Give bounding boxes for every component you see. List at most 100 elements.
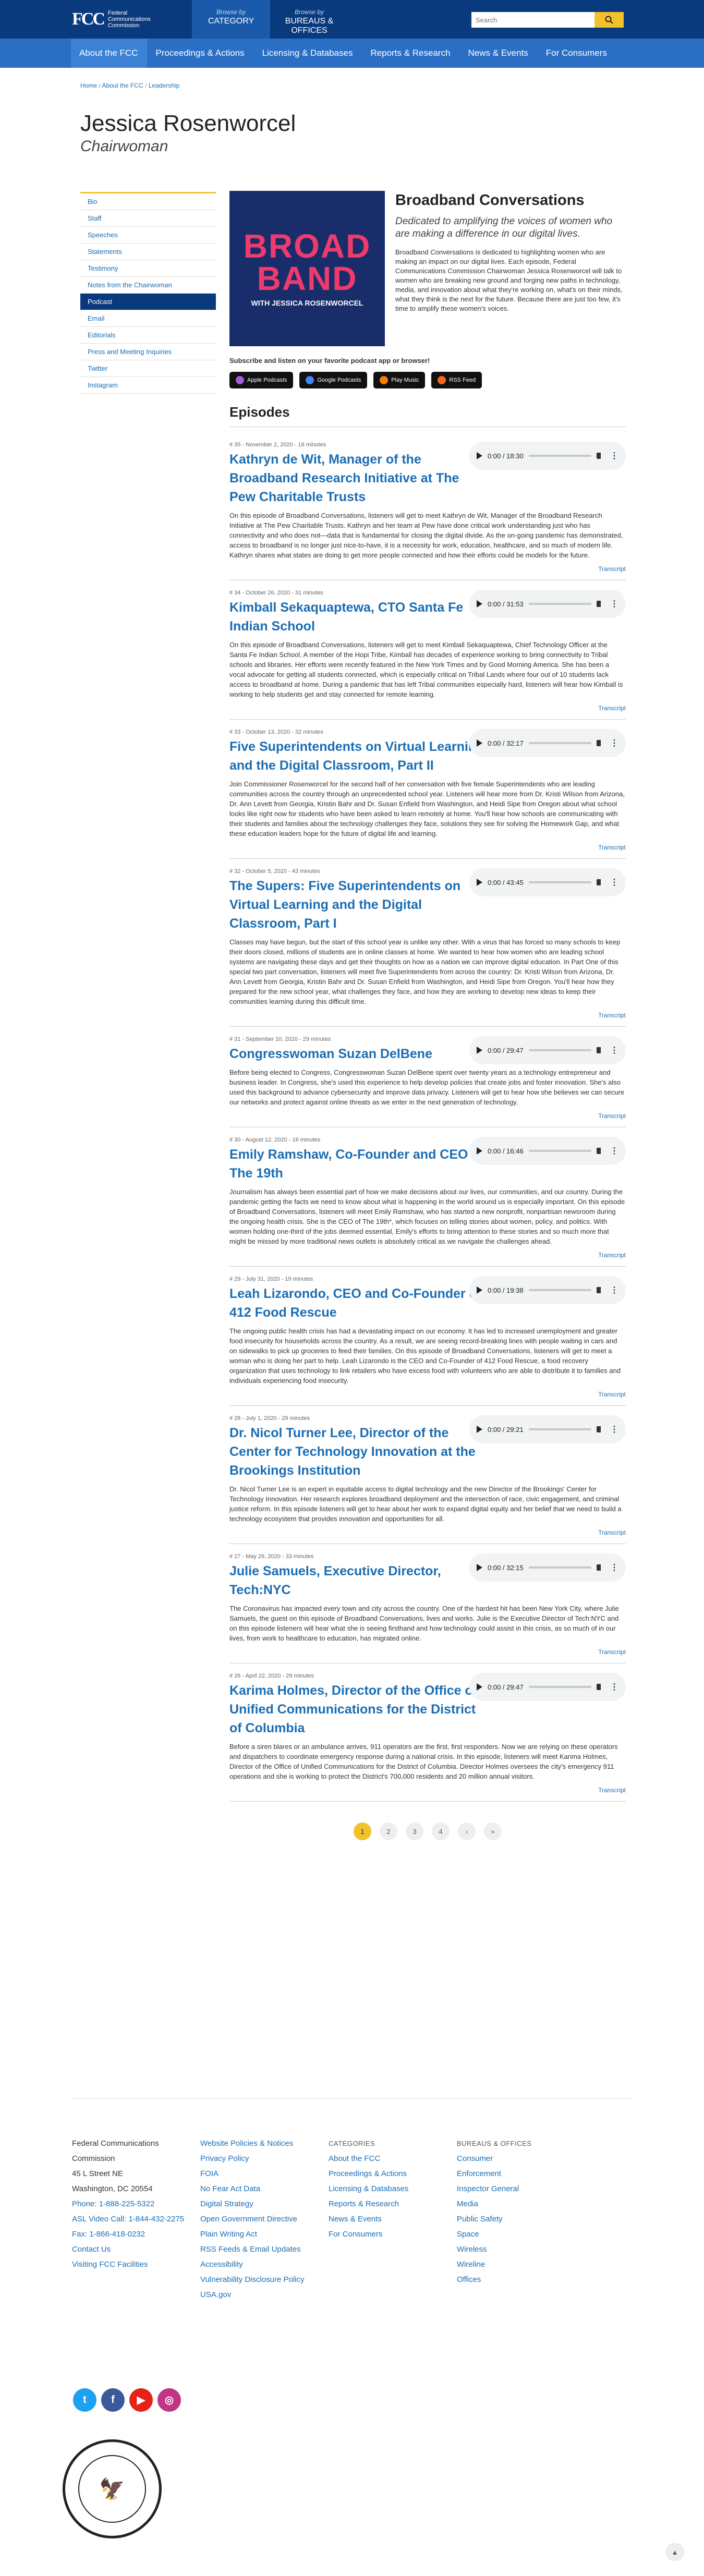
- footer-bureau-link[interactable]: Offices: [457, 2272, 585, 2287]
- sidebar-item-email[interactable]: Email: [80, 310, 216, 327]
- sidebar-item-press[interactable]: Press and Meeting Inquiries: [80, 344, 216, 360]
- sidebar-item-testimony[interactable]: Testimony: [80, 260, 216, 277]
- footer-policy-link[interactable]: USA.gov: [200, 2287, 329, 2302]
- more-options-icon[interactable]: ⋮: [610, 1682, 618, 1692]
- audio-player[interactable]: 0:00 / 31:53 ⋮: [469, 590, 626, 618]
- progress-slider[interactable]: [528, 1566, 591, 1569]
- google-podcasts-badge[interactable]: Google Podcasts: [299, 372, 368, 388]
- audio-player[interactable]: 0:00 / 29:47 ⋮: [469, 1036, 626, 1064]
- more-options-icon[interactable]: ⋮: [610, 1146, 618, 1156]
- episode-title-link[interactable]: Congresswoman Suzan DelBene: [229, 1044, 485, 1063]
- page-2[interactable]: 2: [380, 1822, 397, 1840]
- footer-bureau-link[interactable]: Enforcement: [457, 2166, 585, 2181]
- sidebar-item-instagram[interactable]: Instagram: [80, 377, 216, 394]
- breadcrumb-home[interactable]: Home: [80, 82, 97, 89]
- episode-title-link[interactable]: Emily Ramshaw, Co-Founder and CEO of The…: [229, 1145, 485, 1183]
- footer-policy-link[interactable]: Website Policies & Notices: [200, 2136, 329, 2151]
- nav-reports[interactable]: Reports & Research: [362, 39, 459, 68]
- page-1[interactable]: 1: [354, 1822, 371, 1840]
- sidebar-item-twitter[interactable]: Twitter: [80, 360, 216, 377]
- youtube-icon[interactable]: ▶: [129, 2388, 153, 2412]
- sidebar-item-bio[interactable]: Bio: [80, 193, 216, 210]
- more-options-icon[interactable]: ⋮: [610, 1285, 618, 1295]
- volume-icon[interactable]: [597, 1684, 605, 1690]
- footer-asl[interactable]: ASL Video Call: 1-844-432-2275: [72, 2212, 200, 2227]
- transcript-link[interactable]: Transcript: [598, 1012, 626, 1019]
- page-3[interactable]: 3: [406, 1822, 423, 1840]
- more-options-icon[interactable]: ⋮: [610, 877, 618, 888]
- transcript-link[interactable]: Transcript: [598, 1391, 626, 1398]
- more-options-icon[interactable]: ⋮: [610, 1045, 618, 1055]
- footer-bureau-link[interactable]: Wireless: [457, 2242, 585, 2257]
- episode-title-link[interactable]: Julie Samuels, Executive Director, Tech:…: [229, 1562, 485, 1599]
- progress-slider[interactable]: [528, 1428, 591, 1430]
- transcript-link[interactable]: Transcript: [598, 1529, 626, 1536]
- back-to-top-button[interactable]: ▲: [665, 2543, 684, 2561]
- progress-slider[interactable]: [528, 1686, 591, 1688]
- footer-policy-link[interactable]: Plain Writing Act: [200, 2227, 329, 2242]
- progress-slider[interactable]: [528, 603, 591, 605]
- volume-icon[interactable]: [597, 1287, 605, 1293]
- nav-licensing[interactable]: Licensing & Databases: [254, 39, 362, 68]
- fcc-logo[interactable]: FCC Federal Communications Commission: [72, 9, 192, 29]
- transcript-link[interactable]: Transcript: [598, 1787, 626, 1794]
- play-icon[interactable]: [477, 600, 482, 607]
- twitter-icon[interactable]: t: [73, 2388, 96, 2412]
- footer-policy-link[interactable]: RSS Feeds & Email Updates: [200, 2242, 329, 2257]
- progress-slider[interactable]: [528, 1049, 591, 1051]
- footer-category-link[interactable]: Proceedings & Actions: [329, 2166, 457, 2181]
- progress-slider[interactable]: [528, 1150, 591, 1152]
- footer-policy-link[interactable]: Privacy Policy: [200, 2151, 329, 2166]
- search-button[interactable]: [594, 12, 624, 28]
- episode-title-link[interactable]: The Supers: Five Superintendents on Virt…: [229, 877, 485, 933]
- sidebar-item-editorials[interactable]: Editorials: [80, 327, 216, 344]
- footer-category-link[interactable]: Licensing & Databases: [329, 2181, 457, 2196]
- volume-icon[interactable]: [597, 879, 605, 885]
- transcript-link[interactable]: Transcript: [598, 1112, 626, 1120]
- browse-by-bureaus-tab[interactable]: Browse by BUREAUS & OFFICES: [270, 0, 348, 39]
- play-icon[interactable]: [477, 1426, 482, 1433]
- transcript-link[interactable]: Transcript: [598, 704, 626, 712]
- breadcrumb-leadership[interactable]: Leadership: [149, 82, 179, 89]
- search-input[interactable]: [471, 12, 594, 28]
- progress-slider[interactable]: [528, 455, 591, 457]
- browse-by-category-tab[interactable]: Browse by CATEGORY: [192, 0, 270, 39]
- episode-title-link[interactable]: Leah Lizarondo, CEO and Co-Founder of 41…: [229, 1284, 485, 1322]
- footer-policy-link[interactable]: FOIA: [200, 2166, 329, 2181]
- footer-phone[interactable]: Phone: 1-888-225-5322: [72, 2196, 200, 2212]
- nav-consumers[interactable]: For Consumers: [538, 39, 616, 68]
- more-options-icon[interactable]: ⋮: [610, 1562, 618, 1573]
- audio-player[interactable]: 0:00 / 29:21 ⋮: [469, 1415, 626, 1443]
- episode-title-link[interactable]: Kathryn de Wit, Manager of the Broadband…: [229, 450, 485, 506]
- footer-policy-link[interactable]: No Fear Act Data: [200, 2181, 329, 2196]
- episode-title-link[interactable]: Five Superintendents on Virtual Learning…: [229, 737, 485, 775]
- play-icon[interactable]: [477, 1286, 482, 1294]
- footer-category-link[interactable]: About the FCC: [329, 2151, 457, 2166]
- footer-bureau-link[interactable]: Wireline: [457, 2257, 585, 2272]
- more-options-icon[interactable]: ⋮: [610, 1424, 618, 1435]
- footer-bureau-link[interactable]: Public Safety: [457, 2212, 585, 2227]
- progress-slider[interactable]: [528, 881, 591, 883]
- footer-contact-us[interactable]: Contact Us: [72, 2242, 200, 2257]
- audio-player[interactable]: 0:00 / 19:38 ⋮: [469, 1276, 626, 1304]
- facebook-icon[interactable]: f: [101, 2388, 125, 2412]
- sidebar-item-speeches[interactable]: Speeches: [80, 227, 216, 244]
- play-icon[interactable]: [477, 879, 482, 886]
- audio-player[interactable]: 0:00 / 29:47 ⋮: [469, 1673, 626, 1701]
- play-icon[interactable]: [477, 1147, 482, 1155]
- sidebar-item-statements[interactable]: Statements: [80, 244, 216, 260]
- volume-icon[interactable]: [597, 1564, 605, 1571]
- footer-category-link[interactable]: Reports & Research: [329, 2196, 457, 2212]
- play-icon[interactable]: [477, 739, 482, 747]
- progress-slider[interactable]: [528, 1289, 591, 1291]
- nav-news[interactable]: News & Events: [460, 39, 538, 68]
- footer-bureau-link[interactable]: Inspector General: [457, 2181, 585, 2196]
- rss-feed-badge[interactable]: RSS Feed: [431, 372, 482, 388]
- last-page-button[interactable]: »: [484, 1822, 502, 1840]
- volume-icon[interactable]: [597, 1047, 605, 1053]
- volume-icon[interactable]: [597, 601, 605, 607]
- play-music-badge[interactable]: Play Music: [373, 372, 426, 388]
- footer-policy-link[interactable]: Open Government Directive: [200, 2212, 329, 2227]
- episode-title-link[interactable]: Kimball Sekaquaptewa, CTO Santa Fe India…: [229, 598, 485, 636]
- breadcrumb-about[interactable]: About the FCC: [102, 82, 143, 89]
